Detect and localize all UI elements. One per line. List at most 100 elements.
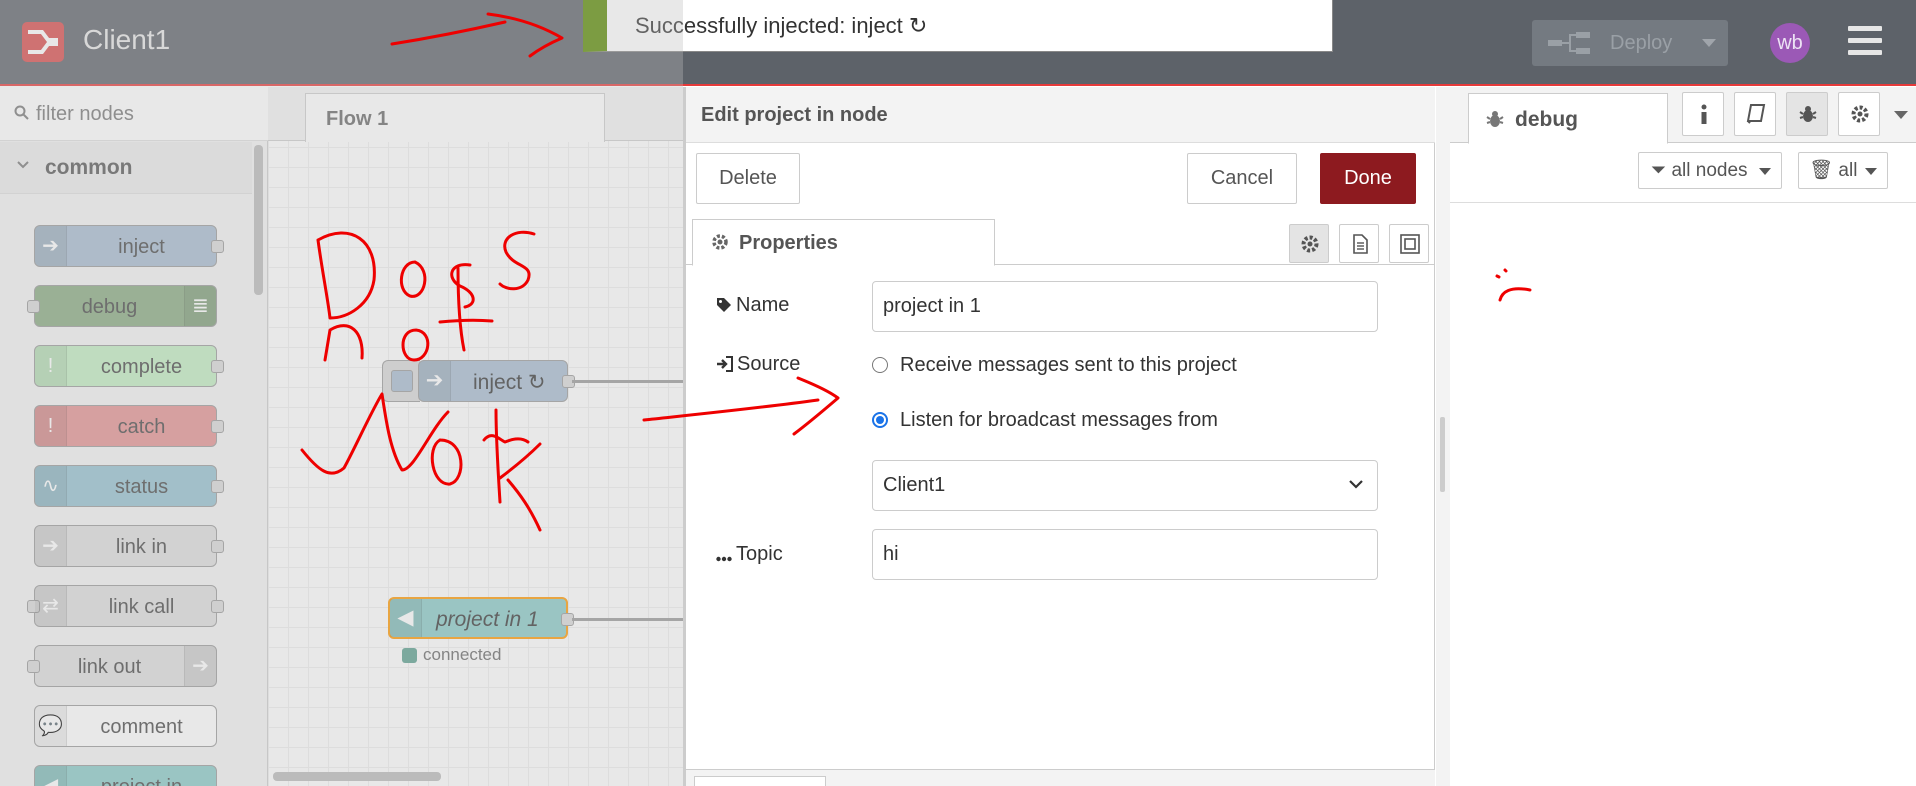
info-icon (1701, 104, 1707, 124)
topic-input[interactable]: hi (872, 529, 1378, 580)
document-icon (1353, 234, 1368, 254)
chevron-down-icon[interactable] (1702, 39, 1716, 47)
palette-node-complete[interactable]: ! complete (34, 345, 224, 387)
chevron-down-icon (1759, 168, 1771, 175)
done-button[interactable]: Done (1320, 153, 1416, 204)
filter-nodes-input[interactable] (36, 99, 256, 129)
tray-title: Edit project in node (701, 104, 888, 126)
name-input[interactable]: project in 1 (872, 281, 1378, 332)
project-link-icon: ◀ (390, 599, 422, 637)
user-avatar[interactable]: wb (1770, 23, 1810, 63)
debug-toolbar: ⏷ all nodes 🗑 all (1450, 144, 1916, 203)
ellipsis-icon (716, 556, 732, 562)
app-title: Client1 (83, 24, 171, 55)
notification-toast[interactable]: Successfully injected: inject ↻ (583, 0, 1333, 52)
wire[interactable] (572, 380, 683, 383)
palette-node-comment[interactable]: 💬 comment (34, 705, 217, 747)
help-button[interactable] (1734, 92, 1776, 136)
node-red-logo-icon (22, 22, 64, 62)
bug-icon (1486, 111, 1504, 127)
sidebar-resize-handle[interactable] (1440, 417, 1445, 492)
palette-node-link-in[interactable]: ➔ link in (34, 525, 224, 567)
output-port (211, 240, 224, 253)
palette-node-catch[interactable]: ! catch (34, 405, 224, 447)
inject-trigger-button[interactable] (382, 360, 420, 402)
delete-button[interactable]: Delete (696, 153, 800, 204)
notification-message: Successfully injected: inject ↻ (635, 13, 928, 38)
book-icon (1746, 104, 1766, 124)
output-port (211, 600, 224, 613)
output-port (211, 540, 224, 553)
frame-icon (1400, 234, 1420, 254)
palette-node-link-call[interactable]: ⇄ link call (27, 585, 224, 627)
deploy-label: Deploy (1610, 32, 1673, 54)
tab-flow-1[interactable]: Flow 1 (305, 93, 605, 142)
palette-node-status[interactable]: ∿ status (34, 465, 224, 507)
deploy-button[interactable]: Deploy (1532, 20, 1728, 66)
node-description-button[interactable] (1339, 224, 1379, 263)
link-arrow-icon: ➔ (184, 646, 216, 686)
gear-icon (712, 234, 728, 250)
output-port (211, 420, 224, 433)
chevron-down-icon (1349, 480, 1363, 489)
radio-button-selected[interactable] (872, 412, 888, 428)
sign-in-icon (717, 356, 733, 372)
source-option-broadcast[interactable]: Listen for broadcast messages from (872, 409, 1218, 432)
tab-debug[interactable]: debug (1468, 93, 1668, 144)
filter-icon: ⏷ (1651, 160, 1667, 181)
gear-icon (1851, 105, 1869, 123)
project-node-label: project in 1 (436, 608, 539, 631)
output-port (211, 360, 224, 373)
sidebar-tabbar: debug (1450, 87, 1916, 144)
tray-footer (686, 769, 1435, 786)
bug-icon (1799, 106, 1817, 122)
output-port (211, 480, 224, 493)
flow-node-inject[interactable]: ➔ inject ↻ (418, 360, 575, 402)
palette-scrollbar[interactable] (254, 145, 263, 295)
info-button[interactable] (1682, 92, 1724, 136)
tray-header: Edit project in node (686, 87, 1435, 143)
clear-messages-dropdown[interactable]: 🗑 all (1798, 152, 1888, 189)
footer-tab[interactable] (694, 776, 826, 786)
palette-node-project-in[interactable]: ◀ project in (34, 765, 217, 786)
edit-tray: Edit project in node Delete Cancel Done … (683, 87, 1435, 786)
deploy-flow-icon (1548, 32, 1590, 54)
search-icon (14, 105, 29, 120)
radio-button[interactable] (872, 357, 888, 373)
debug-button[interactable] (1786, 92, 1828, 136)
node-palette: common ➔ inject debug ≣ ! complete ! cat… (0, 87, 268, 786)
list-icon: ≣ (184, 286, 216, 326)
cancel-button[interactable]: Cancel (1187, 153, 1297, 204)
flow-node-project-in[interactable]: ◀ project in 1 (388, 597, 574, 639)
project-select[interactable]: Client1 (872, 460, 1378, 511)
node-status-text: connected (423, 645, 502, 664)
node-appearance-button[interactable] (1389, 224, 1429, 263)
category-common-header[interactable]: common (0, 142, 252, 194)
source-option-project[interactable]: Receive messages sent to this project (872, 354, 1237, 377)
debug-sidebar: debug ⏷ all nodes 🗑 all (1436, 87, 1916, 786)
node-settings-button[interactable] (1289, 224, 1329, 263)
wire[interactable] (572, 618, 683, 621)
arrow-right-icon: ➔ (419, 361, 451, 401)
filter-nodes-dropdown[interactable]: ⏷ all nodes (1638, 152, 1782, 189)
chevron-down-icon[interactable] (1894, 111, 1908, 119)
palette-filter (0, 87, 268, 141)
name-label: Name (716, 294, 789, 317)
workspace-scrollbar[interactable] (273, 772, 441, 781)
source-label: Source (716, 353, 800, 376)
flow-workspace[interactable]: Flow 1 ➔ inject ↻ ◀ project in 1 connect… (268, 87, 683, 786)
palette-node-link-out[interactable]: link out ➔ (27, 645, 217, 687)
palette-node-inject[interactable]: ➔ inject (34, 225, 224, 267)
tray-tabbar: Properties (686, 219, 1435, 266)
tab-properties[interactable]: Properties (692, 219, 995, 266)
workspace-tabbar: Flow 1 (268, 87, 683, 142)
config-button[interactable] (1838, 92, 1880, 136)
chevron-down-icon (1865, 168, 1877, 175)
hamburger-menu-icon[interactable] (1848, 26, 1882, 56)
category-label: common (45, 156, 133, 179)
gear-icon (1301, 235, 1319, 253)
palette-node-debug[interactable]: debug ≣ (27, 285, 217, 327)
trash-icon: 🗑 (1809, 160, 1834, 181)
tag-icon (717, 298, 731, 312)
topic-label: Topic (716, 543, 783, 566)
